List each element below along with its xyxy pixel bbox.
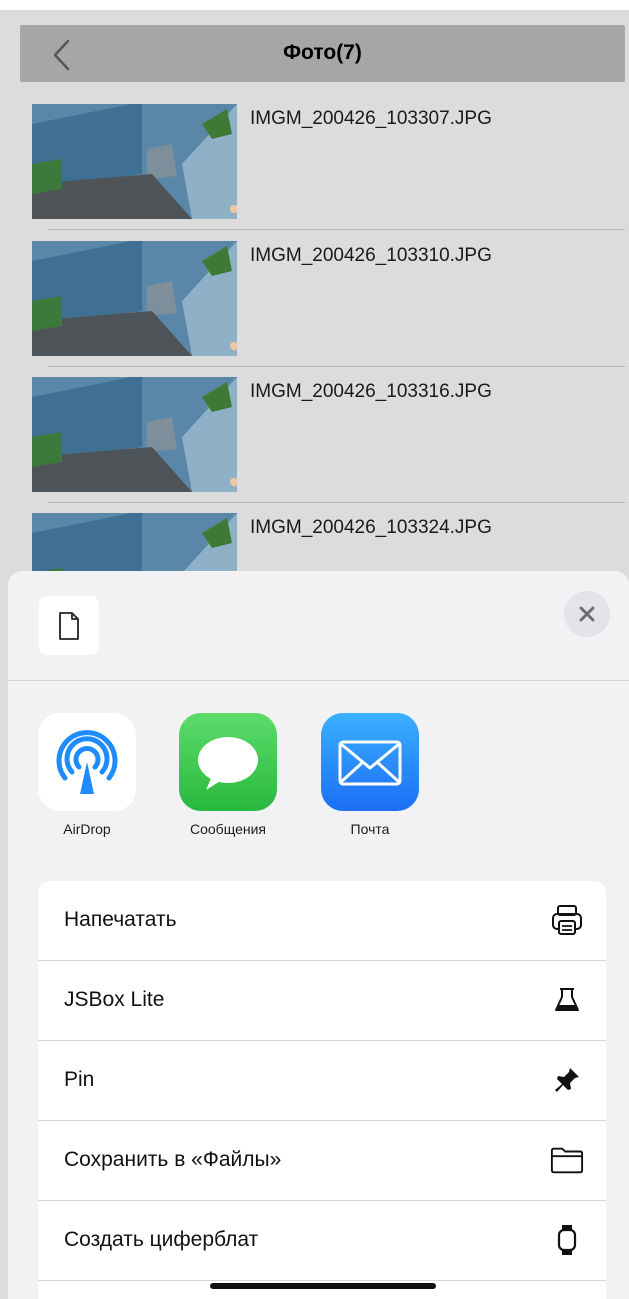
app-label: Сообщения	[190, 821, 266, 837]
photo-thumbnail	[32, 104, 237, 219]
divider	[48, 229, 625, 230]
share-app-airdrop[interactable]: AirDrop	[37, 713, 137, 837]
home-indicator[interactable]	[210, 1283, 436, 1289]
action-label: JSBox Lite	[64, 988, 165, 1011]
action-label: Создать циферблат	[64, 1228, 259, 1251]
flask-icon	[550, 983, 584, 1017]
navigation-bar: Фото(7)	[20, 25, 625, 82]
divider	[8, 680, 629, 681]
photo-filename: IMGM_200426_103324.JPG	[250, 517, 492, 538]
action-jsbox-lite[interactable]: JSBox Lite	[38, 961, 606, 1041]
photo-row[interactable]: IMGM_200426_103310.JPG	[0, 241, 629, 377]
page-title: Фото(7)	[283, 41, 362, 64]
airdrop-icon	[38, 713, 136, 811]
photo-row[interactable]: IMGM_200426_103316.JPG	[0, 377, 629, 513]
divider	[48, 502, 625, 503]
action-label: Сохранить в «Файлы»	[64, 1148, 282, 1171]
photo-thumbnail	[32, 377, 237, 492]
folder-icon	[550, 1143, 584, 1177]
app-label: AirDrop	[63, 821, 111, 837]
app-row-fade	[458, 713, 629, 811]
divider	[48, 366, 625, 367]
mail-icon	[321, 713, 419, 811]
document-icon	[59, 611, 79, 640]
photo-filename: IMGM_200426_103316.JPG	[250, 381, 492, 402]
action-save-to-files[interactable]: Сохранить в «Файлы»	[38, 1121, 606, 1201]
close-icon	[579, 606, 595, 622]
app-label: Почта	[350, 821, 390, 837]
status-area	[0, 0, 629, 10]
photo-thumbnail	[32, 241, 237, 356]
pin-icon	[550, 1063, 584, 1097]
action-print[interactable]: Напечатать	[38, 881, 606, 961]
action-pin[interactable]: Pin	[38, 1041, 606, 1121]
printer-icon	[550, 903, 584, 937]
share-app-mail[interactable]: Почта	[320, 713, 420, 837]
action-label: Напечатать	[64, 908, 177, 931]
watch-icon	[550, 1223, 584, 1257]
photo-filename: IMGM_200426_103310.JPG	[250, 245, 492, 266]
close-button[interactable]	[564, 591, 610, 637]
action-create-watch-face[interactable]: Создать циферблат	[38, 1201, 606, 1281]
photo-filename: IMGM_200426_103307.JPG	[250, 108, 492, 129]
photo-row[interactable]: IMGM_200426_103307.JPG	[0, 104, 629, 240]
action-list: Напечатать JSBox Lite Pin Сохранить в «Ф…	[38, 881, 606, 1299]
share-app-messages[interactable]: Сообщения	[178, 713, 278, 837]
share-sheet: AirDrop Сообщения Почта Напечатать JSBox…	[8, 571, 629, 1299]
action-label: Pin	[64, 1068, 95, 1091]
messages-icon	[179, 713, 277, 811]
file-preview	[39, 596, 99, 655]
